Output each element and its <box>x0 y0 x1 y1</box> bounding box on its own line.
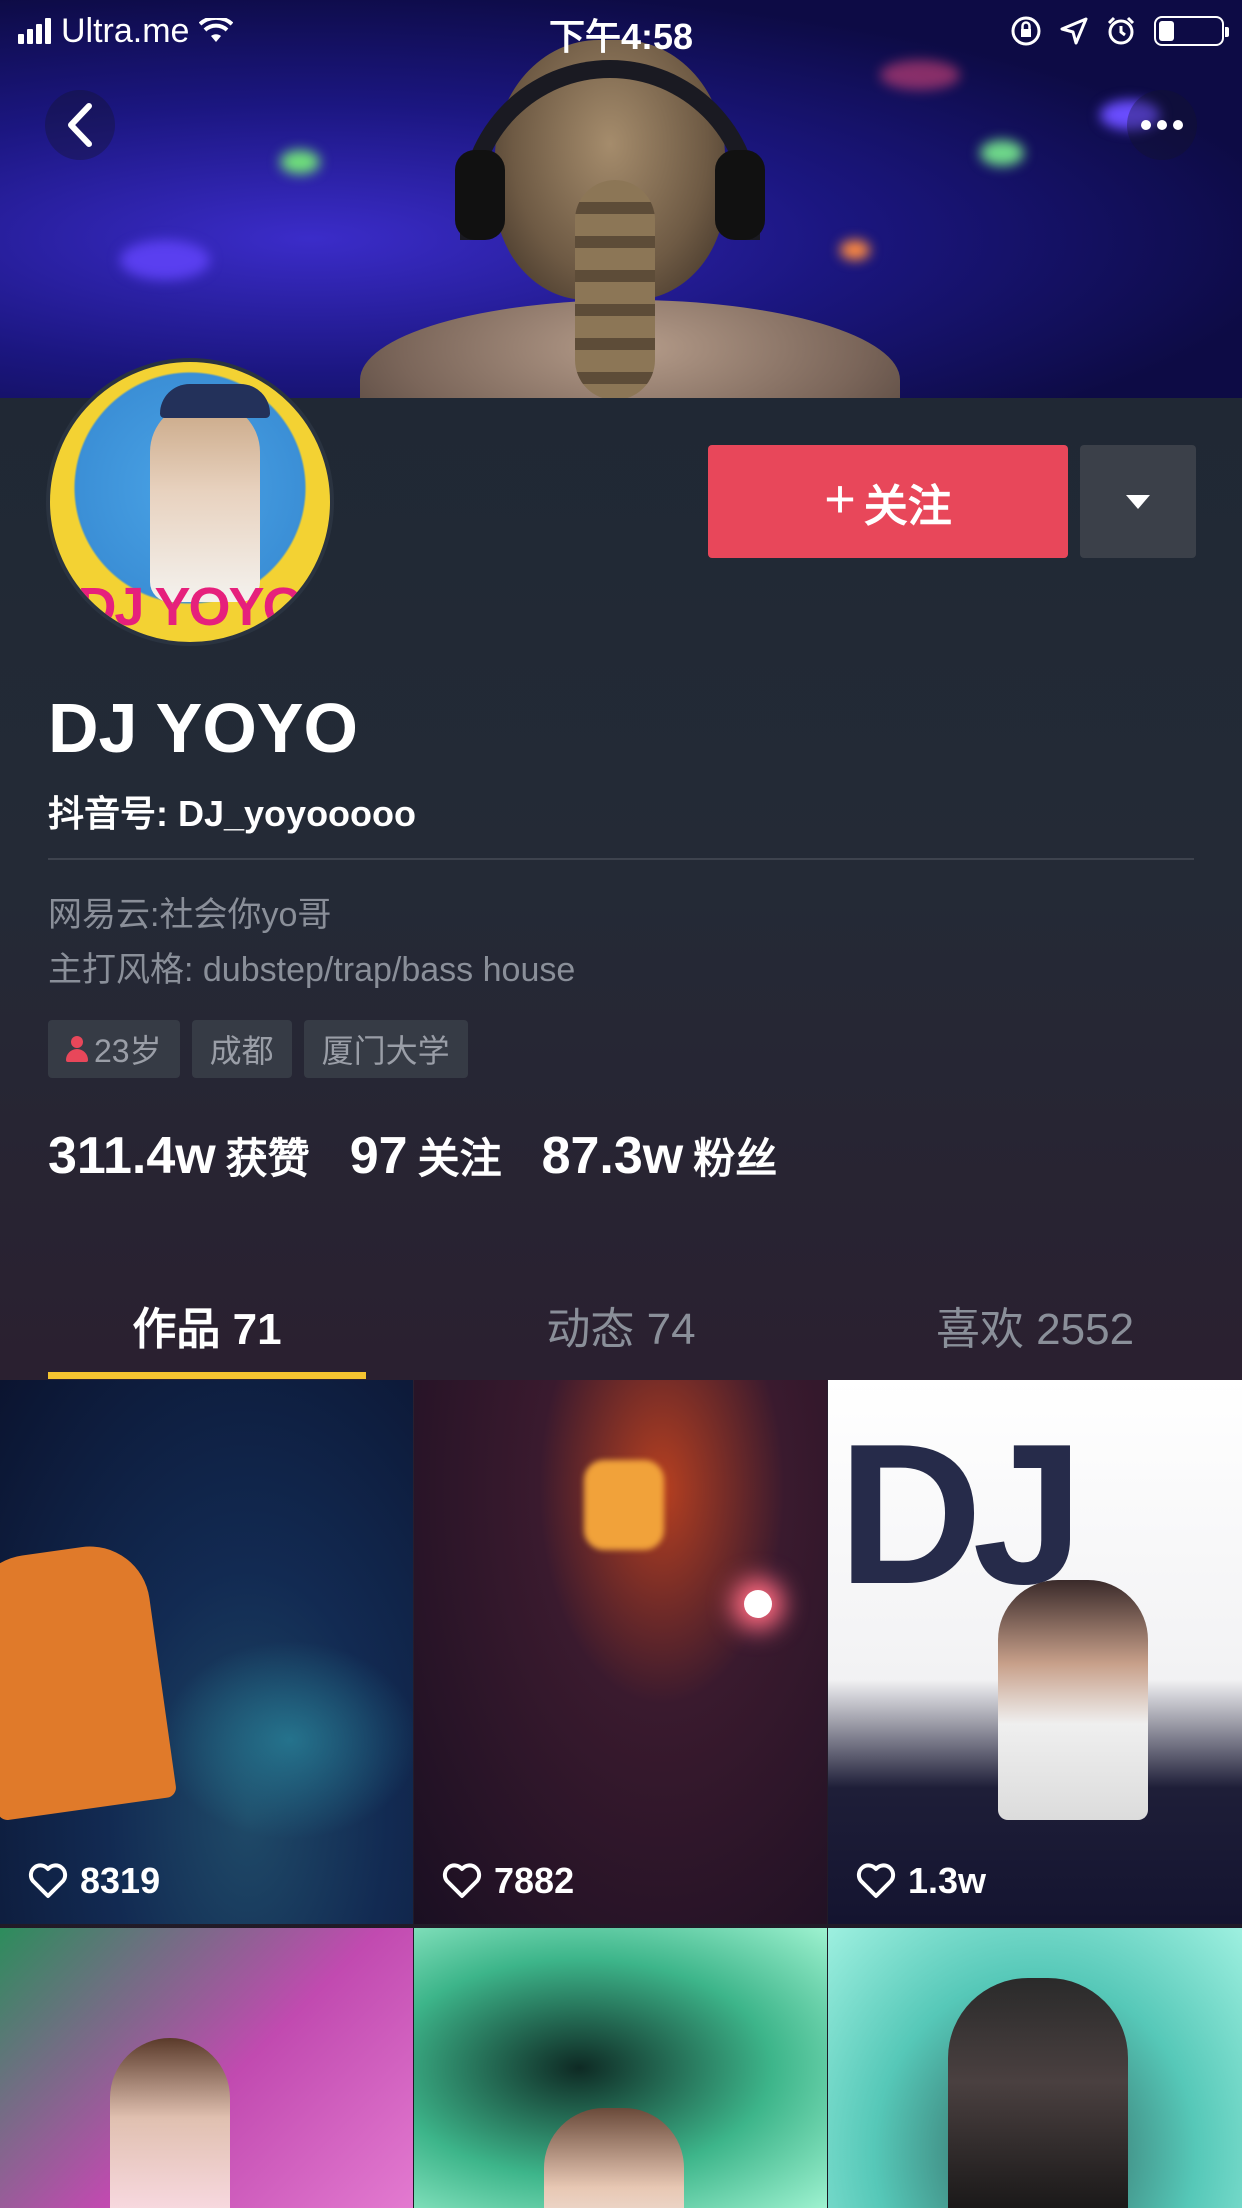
like-count: 7882 <box>442 1860 574 1902</box>
follow-label: 关注 <box>863 481 952 531</box>
bio-line: 网易云:社会你yo哥 <box>48 896 332 934</box>
stat-following[interactable]: 97 关注 <box>350 1125 502 1186</box>
tag-label: 厦门大学 <box>321 1033 450 1069</box>
tab-activity[interactable]: 动态 74 <box>414 1270 828 1380</box>
video-thumbnail[interactable]: 8319 <box>0 1380 413 1924</box>
status-bar: Ultra.me 下午4:58 <box>0 0 1242 62</box>
heart-icon <box>28 1863 68 1898</box>
video-thumbnail[interactable]: DJ 1.3w <box>828 1380 1242 1924</box>
video-thumbnail[interactable] <box>828 1928 1242 2208</box>
stat-number: 87.3w <box>541 1127 684 1185</box>
back-button[interactable] <box>45 90 115 160</box>
tab-works[interactable]: 作品 71 <box>0 1270 414 1380</box>
stat-number: 311.4w <box>48 1127 216 1185</box>
stat-likes: 311.4w 获赞 <box>48 1125 310 1186</box>
heart-icon <box>442 1863 482 1898</box>
like-count-text: 8319 <box>80 1860 161 1901</box>
avatar-text: DJ YOYO <box>77 577 304 637</box>
bio-line: 主打风格: dubstep/trap/bass house <box>48 951 576 989</box>
plus-icon: + <box>824 468 856 529</box>
profile-tags: 23岁 成都 厦门大学 <box>48 1020 468 1078</box>
active-tab-indicator <box>48 1372 366 1379</box>
bio: 网易云:社会你yo哥 主打风格: dubstep/trap/bass house <box>48 888 575 998</box>
tag-age: 23岁 <box>48 1020 180 1078</box>
recommend-dropdown-button[interactable] <box>1080 445 1196 558</box>
avatar[interactable]: DJ YOYO <box>46 358 334 646</box>
more-button[interactable] <box>1127 90 1197 160</box>
profile-stats: 311.4w 获赞 97 关注 87.3w 粉丝 <box>48 1125 777 1186</box>
signal-icon <box>18 18 51 44</box>
content-tabs: 作品 71 动态 74 喜欢 2552 <box>0 1270 1242 1380</box>
ellipsis-icon <box>1141 120 1183 130</box>
like-count: 8319 <box>28 1860 160 1902</box>
video-thumbnail[interactable] <box>414 1928 827 2208</box>
tag-city: 成都 <box>191 1020 292 1078</box>
stat-label: 获赞 <box>225 1135 310 1182</box>
location-icon <box>1060 17 1088 45</box>
like-count: 1.3w <box>856 1860 986 1902</box>
tag-school: 厦门大学 <box>303 1020 468 1078</box>
like-count-text: 7882 <box>494 1860 575 1901</box>
alarm-icon <box>1107 16 1135 45</box>
stat-number: 97 <box>349 1127 408 1185</box>
person-icon <box>66 1036 88 1062</box>
tab-likes[interactable]: 喜欢 2552 <box>828 1270 1242 1380</box>
video-thumbnail[interactable]: 7882 <box>414 1380 827 1924</box>
stat-label: 关注 <box>417 1135 502 1182</box>
stat-label: 粉丝 <box>693 1135 778 1182</box>
profile-name: DJ YOYO <box>48 689 358 767</box>
divider <box>48 858 1194 860</box>
profile-page: Ultra.me 下午4:58 DJ YOYO + 关注 DJ YOYO 抖音号… <box>0 0 1242 2208</box>
douyin-id: 抖音号: DJ_yoyooooo <box>48 793 417 834</box>
tag-label: 成都 <box>209 1033 274 1069</box>
wifi-icon <box>199 18 234 42</box>
tag-label: 23岁 <box>94 1033 162 1069</box>
chevron-left-icon <box>68 103 92 147</box>
follow-button[interactable]: + 关注 <box>708 445 1068 558</box>
battery-icon <box>1154 16 1229 46</box>
triangle-down-icon <box>1126 494 1150 509</box>
heart-icon <box>856 1863 896 1898</box>
carrier-label: Ultra.me <box>61 11 190 50</box>
rotation-lock-icon <box>1011 16 1041 46</box>
stat-followers[interactable]: 87.3w 粉丝 <box>542 1125 778 1186</box>
video-thumbnail[interactable] <box>0 1928 413 2208</box>
like-count-text: 1.3w <box>908 1860 987 1901</box>
video-grid: 8319 7882 DJ 1.3w <box>0 1380 1242 2208</box>
